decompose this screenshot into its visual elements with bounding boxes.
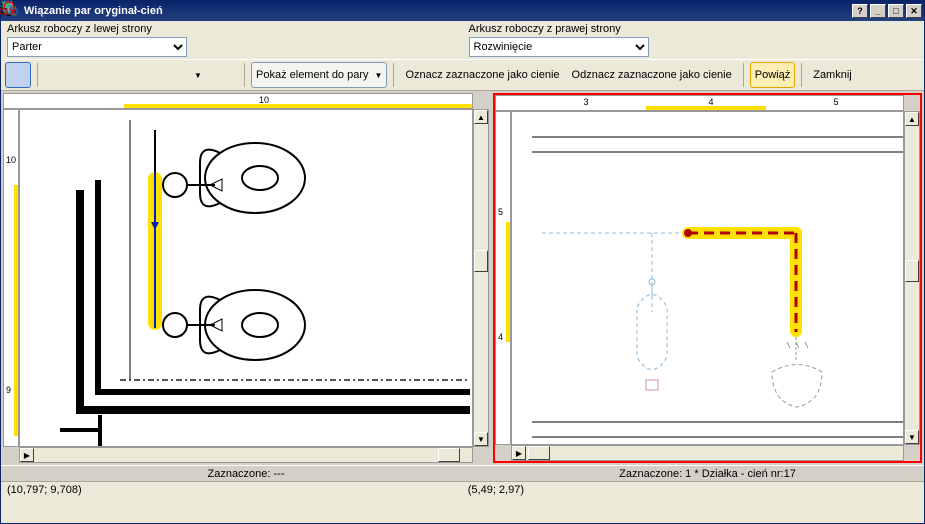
zoom-fit-tool[interactable] [100,62,126,88]
left-pane: 10 10 9 [1,91,491,481]
left-sheet-label: Arkusz roboczy z lewej strony [7,23,457,35]
right-sheet-label: Arkusz roboczy z prawej strony [469,23,919,35]
scroll-down-button[interactable]: ▼ [474,432,488,446]
left-canvas[interactable] [19,109,473,447]
zoom-out-tool[interactable] [128,62,154,88]
scroll-right-button[interactable]: ▶ [512,446,526,460]
left-vertical-ruler: 10 9 [3,109,19,447]
right-status: Zaznaczone: 1 * Działka - cień nr:17 [491,465,924,481]
select-tool[interactable] [5,62,31,88]
left-horizontal-ruler: 10 [3,93,473,109]
cursor-coords-left: (10,797; 9,708) [7,484,82,496]
help-button[interactable]: ? [852,4,868,18]
zoom-rect-tool[interactable] [72,62,98,88]
title-bar: Wiązanie par oryginał-cień ? _ □ ✕ [1,1,924,21]
cursor-coords-right: (5,49; 2,97) [468,484,524,496]
scroll-down-button[interactable]: ▼ [905,430,919,444]
mark-shadows-label: Oznacz zaznaczone jako cienie [405,69,559,81]
zoom-in-tool[interactable] [44,62,70,88]
chevron-down-icon: ▼ [375,71,383,80]
status-bar: (10,797; 9,708) (5,49; 2,97) [1,481,924,501]
scroll-up-button[interactable]: ▲ [474,110,488,124]
right-vertical-scrollbar[interactable]: ▲ ▼ [904,111,920,445]
right-pane: 3 4 5 5 4 3 [491,91,924,481]
window-title: Wiązanie par oryginał-cień [20,5,852,17]
close-window-button[interactable]: ✕ [906,4,922,18]
split-view: 10 10 9 [1,91,924,481]
scroll-thumb[interactable] [474,250,488,272]
bind-label: Powiąż [755,69,790,81]
right-horizontal-scrollbar[interactable]: ◀ ▶ [511,445,904,461]
chevron-down-icon: ▼ [194,71,202,80]
sheet-selectors: Arkusz roboczy z lewej strony Parter Ark… [1,21,924,59]
right-canvas[interactable] [511,111,904,445]
scroll-right-button[interactable]: ▶ [20,448,34,462]
left-horizontal-scrollbar[interactable]: ◀ ▶ [19,447,473,463]
right-sheet-select[interactable]: Rozwinięcie [469,37,649,57]
left-vertical-scrollbar[interactable]: ▲ ▼ [473,109,489,447]
maximize-button[interactable]: □ [888,4,904,18]
unmark-shadows-label: Odznacz zaznaczone jako cienie [572,69,732,81]
scroll-thumb[interactable] [438,448,460,462]
mark-shadows-button[interactable]: Oznacz zaznaczone jako cienie [400,62,564,88]
left-drawing [20,110,473,447]
zoom-actual-tool[interactable] [156,62,182,88]
right-vertical-ruler: 5 4 3 [495,111,511,445]
bind-icon [0,0,18,16]
zoom-arrows-tool[interactable]: ▼ [184,62,210,88]
unmark-shadows-button[interactable]: Odznacz zaznaczone jako cienie [567,62,737,88]
pan-tool[interactable] [212,62,238,88]
toolbar: ▼ Pokaż element do pary ▼ Oznacz zaznacz… [1,59,924,91]
scroll-up-button[interactable]: ▲ [905,112,919,126]
left-status: Zaznaczone: --- [1,465,491,481]
right-drawing [512,112,904,445]
bind-button[interactable]: Powiąż [750,62,795,88]
minimize-button[interactable]: _ [870,4,886,18]
left-sheet-select[interactable]: Parter [7,37,187,57]
scroll-thumb[interactable] [905,260,919,282]
close-button[interactable]: Zamknij [808,62,857,88]
show-pair-button[interactable]: Pokaż element do pary ▼ [251,62,387,88]
show-pair-label: Pokaż element do pary [256,69,369,81]
scroll-thumb[interactable] [528,446,550,460]
right-horizontal-ruler: 3 4 5 [495,95,904,111]
